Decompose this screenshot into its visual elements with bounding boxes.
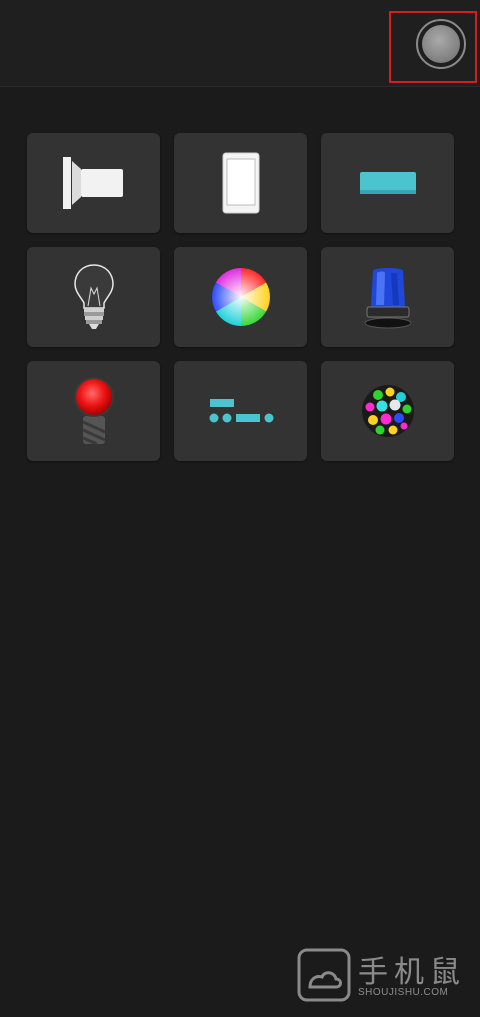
color-wheel-icon [211, 268, 270, 326]
tile-color-bar[interactable] [321, 133, 454, 233]
morse-code-icon [209, 399, 273, 423]
watermark-text: 手机鼠 [358, 955, 466, 990]
watermark: 手机鼠 SHOUJISHU.COM [296, 945, 466, 1005]
tile-lightbulb[interactable] [27, 247, 160, 347]
flashlight-icon [62, 157, 123, 209]
police-light-icon [364, 268, 411, 329]
tile-color-wheel[interactable] [174, 247, 307, 347]
light-toggle-icon [422, 25, 460, 63]
tile-phone-screen[interactable] [174, 133, 307, 233]
tile-red-led[interactable] [27, 361, 160, 461]
tile-police-light[interactable] [321, 247, 454, 347]
disco-ball-icon [361, 385, 414, 437]
lightbulb-icon [73, 264, 114, 329]
tool-grid [27, 133, 454, 461]
tile-disco-ball[interactable] [321, 361, 454, 461]
phone-screen-icon [222, 152, 259, 214]
color-bar-icon [359, 172, 416, 194]
light-toggle-button[interactable] [416, 19, 466, 69]
watermark-subtext: SHOUJISHU.COM [358, 987, 449, 998]
watermark-logo-icon [297, 948, 351, 1002]
tile-flashlight[interactable] [27, 133, 160, 233]
tile-morse-code[interactable] [174, 361, 307, 461]
red-led-icon [73, 377, 114, 446]
